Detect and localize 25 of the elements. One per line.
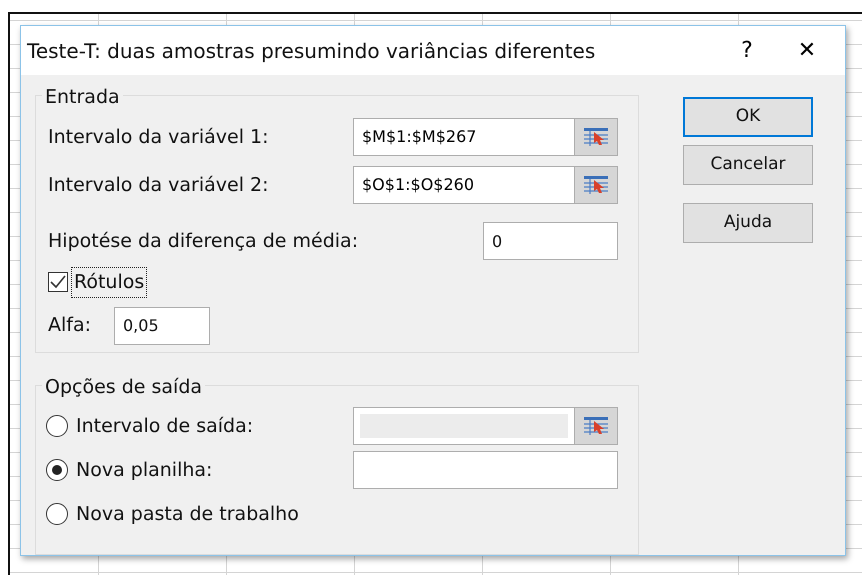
sheet-name-field[interactable] — [353, 451, 618, 489]
range-select-icon — [584, 128, 608, 146]
checkbox[interactable] — [48, 272, 68, 292]
radio-button[interactable] — [46, 459, 68, 481]
range-select-icon — [584, 417, 608, 435]
range-input-field[interactable]: $M$1:$M$267 — [353, 118, 618, 156]
help-button[interactable]: ? — [717, 34, 777, 67]
radio-label[interactable]: Nova pasta de trabalho — [76, 500, 299, 528]
range-input-field[interactable]: $O$1:$O$260 — [353, 166, 618, 204]
range-select-button[interactable] — [574, 167, 617, 203]
alpha-input-field[interactable]: 0,05 — [114, 306, 210, 344]
field-label: Intervalo da variável 2: — [48, 172, 269, 198]
window-title: Teste-T: duas amostras presumindo variâncias diferentes — [27, 38, 596, 64]
dialog-button[interactable]: Cancelar — [683, 145, 813, 185]
close-button[interactable]: ✕ — [777, 34, 837, 67]
field-label: Hipotése da diferença de média: — [48, 228, 358, 254]
dialog-button[interactable]: OK — [683, 97, 813, 137]
dialog-button[interactable]: Ajuda — [683, 203, 813, 243]
range-select-icon — [584, 176, 608, 194]
radio-label[interactable]: Nova planilha: — [76, 456, 212, 484]
radio-button[interactable] — [46, 503, 68, 525]
field-label: Intervalo da variável 1: — [48, 124, 269, 150]
checkbox-label[interactable]: Rótulos — [72, 268, 146, 296]
range-select-button[interactable] — [574, 119, 617, 155]
hypothesis-input-field[interactable]: 0 — [483, 222, 618, 260]
